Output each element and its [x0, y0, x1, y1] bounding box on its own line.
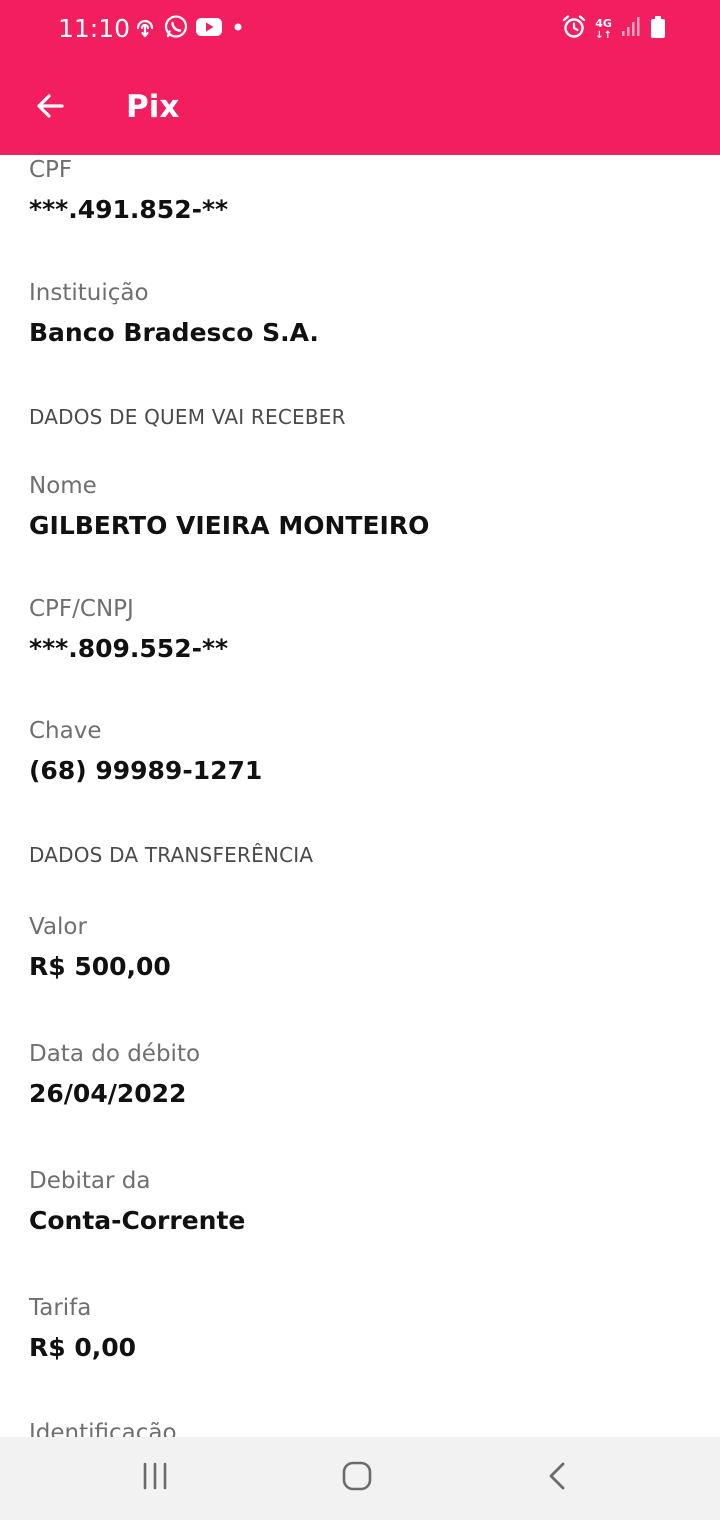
back-icon	[543, 1461, 573, 1495]
home-button[interactable]	[327, 1453, 387, 1503]
transfer-details[interactable]: CPF ***.491.852-** Instituição Banco Bra…	[0, 155, 720, 1437]
page-title: Pix	[126, 89, 180, 125]
payer-institution-field: Instituição Banco Bradesco S.A.	[29, 278, 319, 349]
payer-cpf-label: CPF	[29, 157, 73, 183]
payer-cpf-field: CPF ***.491.852-**	[29, 155, 228, 226]
dot-icon	[229, 16, 247, 42]
status-left-icons	[133, 14, 247, 44]
recent-apps-button[interactable]	[125, 1453, 185, 1503]
back-button[interactable]	[22, 80, 78, 136]
recent-apps-icon	[140, 1461, 170, 1495]
data-arrows-icon: ↓↑	[595, 29, 612, 41]
airdrop-icon	[133, 15, 157, 43]
receiver-name-field: Nome GILBERTO VIEIRA MONTEIRO	[29, 471, 429, 542]
debit-date-label: Data do débito	[29, 1041, 201, 1067]
whatsapp-icon	[163, 14, 189, 44]
app-bar: 11:10 4G ↓↑ Pix	[0, 0, 720, 155]
alarm-icon	[561, 14, 587, 44]
status-time: 11:10	[58, 14, 131, 43]
home-icon	[341, 1460, 373, 1496]
amount-label: Valor	[29, 914, 87, 940]
receiver-name-label: Nome	[29, 473, 97, 499]
system-nav-bar	[0, 1437, 720, 1520]
transfer-section-title: DADOS DA TRANSFERÊNCIA	[29, 843, 314, 867]
debit-date-field: Data do débito 26/04/2022	[29, 1039, 200, 1110]
amount-value: R$ 500,00	[29, 952, 171, 981]
receiver-key-label: Chave	[29, 718, 102, 744]
debit-account-field: Debitar da Conta-Corrente	[29, 1166, 245, 1237]
network-type-label: 4G ↓↑	[595, 18, 612, 41]
debit-date-value: 26/04/2022	[29, 1079, 187, 1108]
receiver-name-value: GILBERTO VIEIRA MONTEIRO	[29, 511, 430, 540]
receiver-doc-value: ***.809.552-**	[29, 634, 229, 663]
fee-label: Tarifa	[29, 1295, 92, 1321]
signal-icon	[620, 16, 642, 42]
network-type: 4G	[595, 16, 612, 30]
nav-back-button[interactable]	[528, 1453, 588, 1503]
status-right-icons: 4G ↓↑	[561, 14, 666, 44]
payer-cpf-value: ***.491.852-**	[29, 195, 229, 224]
arrow-left-icon	[34, 90, 66, 126]
payer-institution-value: Banco Bradesco S.A.	[29, 318, 319, 347]
identification-label: Identificação	[29, 1420, 177, 1437]
fee-value: R$ 0,00	[29, 1333, 137, 1362]
youtube-icon	[195, 16, 223, 42]
payer-institution-label: Instituição	[29, 280, 149, 306]
receiver-section-title: DADOS DE QUEM VAI RECEBER	[29, 405, 346, 429]
battery-icon	[650, 15, 666, 43]
receiver-doc-field: CPF/CNPJ ***.809.552-**	[29, 594, 228, 665]
receiver-doc-label: CPF/CNPJ	[29, 596, 134, 622]
debit-account-value: Conta-Corrente	[29, 1206, 246, 1235]
debit-account-label: Debitar da	[29, 1168, 151, 1194]
amount-field: Valor R$ 500,00	[29, 912, 171, 983]
receiver-key-value: (68) 99989-1271	[29, 756, 263, 785]
identification-field: Identificação	[29, 1418, 177, 1437]
fee-field: Tarifa R$ 0,00	[29, 1293, 136, 1364]
receiver-key-field: Chave (68) 99989-1271	[29, 716, 262, 787]
